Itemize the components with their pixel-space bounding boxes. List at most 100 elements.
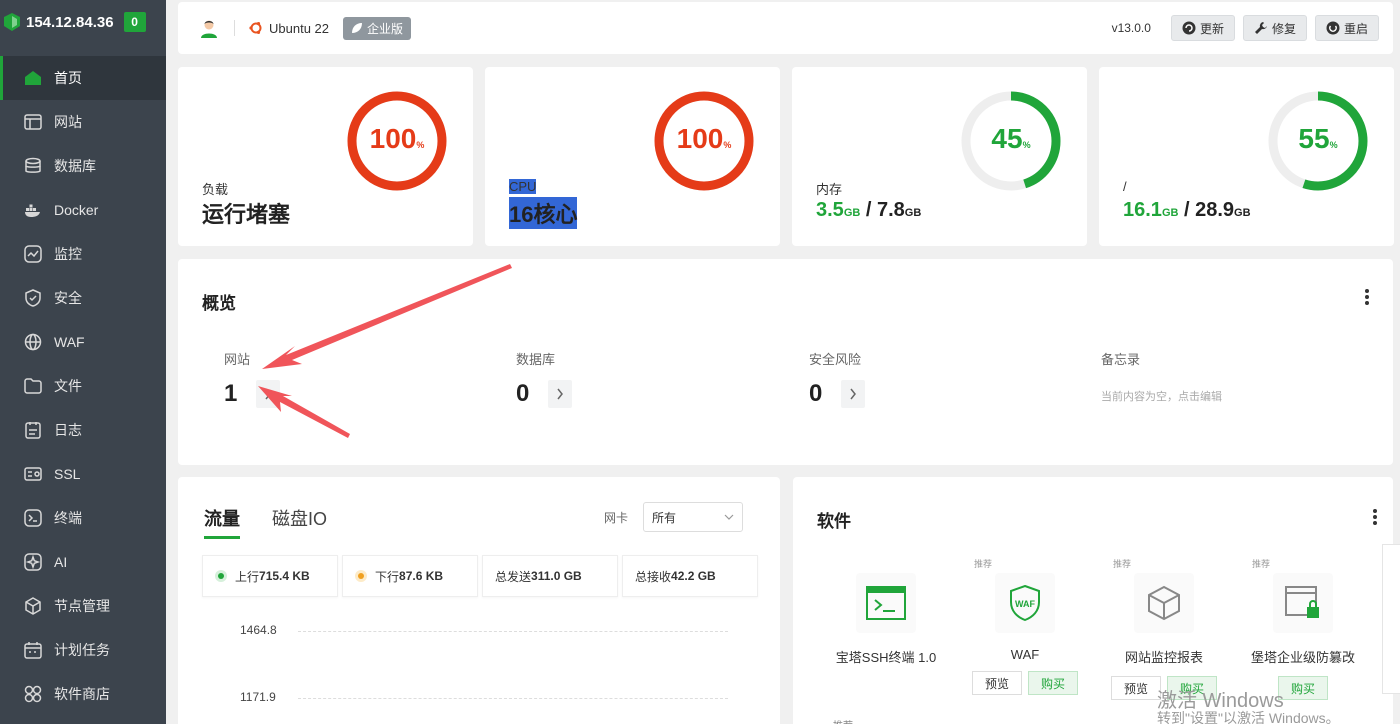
software-item[interactable]: 宝塔SSH终端 1.0 xyxy=(817,563,955,666)
software-item[interactable]: 推荐 堡塔企业级防篡改 购买 xyxy=(1234,559,1372,700)
software-item[interactable]: 推荐 网站监控报表 预览 购买 xyxy=(1095,559,1233,700)
website-icon xyxy=(24,113,42,131)
sidebar-item-waf[interactable]: WAF xyxy=(0,320,166,364)
preview-button[interactable]: 预览 xyxy=(1111,676,1161,700)
sidebar-item-ssl[interactable]: SSL xyxy=(0,452,166,496)
node-icon xyxy=(24,597,42,615)
sidebar-item-ai[interactable]: AI xyxy=(0,540,166,584)
svg-text:WAF: WAF xyxy=(1015,599,1035,609)
risk-chevron-icon[interactable] xyxy=(841,380,865,408)
disk-label: / xyxy=(1123,179,1127,194)
memo-edit[interactable]: 当前内容为空，点击编辑 xyxy=(1101,388,1222,404)
upload-stat[interactable]: 上行 715.4 KB xyxy=(202,555,338,597)
overview-risk: 安全风险 0 xyxy=(809,349,865,408)
folder-icon xyxy=(24,377,42,395)
overview-website: 网站 1 xyxy=(224,349,280,408)
header-divider xyxy=(234,20,235,36)
grid-line xyxy=(298,631,728,632)
nic-select[interactable]: 所有 xyxy=(643,502,743,532)
restart-button[interactable]: 重启 xyxy=(1314,15,1379,41)
ai-icon xyxy=(24,553,42,571)
traffic-stats: 上行 715.4 KB 下行 87.6 KB 总发送 311.0 GB 总接收 42.2… xyxy=(202,555,762,597)
database-chevron-icon[interactable] xyxy=(548,380,572,408)
chevron-down-icon xyxy=(724,514,734,520)
shield-icon xyxy=(24,289,42,307)
sidebar-item-database[interactable]: 数据库 xyxy=(0,144,166,188)
y-axis-tick: 1171.9 xyxy=(240,690,276,704)
risk-count[interactable]: 0 xyxy=(809,380,835,408)
sidebar-item-website[interactable]: 网站 xyxy=(0,100,166,144)
panel-version[interactable]: v13.0.0 xyxy=(1112,21,1151,35)
sidebar-item-logs[interactable]: 日志 xyxy=(0,408,166,452)
sidebar-item-terminal[interactable]: 终端 xyxy=(0,496,166,540)
disk-percent: 55% xyxy=(1298,123,1338,154)
sidebar-item-store[interactable]: 软件商店 xyxy=(0,672,166,716)
total-sent-stat: 总发送 311.0 GB xyxy=(482,555,618,597)
database-count[interactable]: 0 xyxy=(516,380,542,408)
disk-card[interactable]: 55% / 16.1GB / 28.9GB xyxy=(1099,67,1394,246)
cpu-label: CPU xyxy=(509,179,537,194)
sidebar-item-files[interactable]: 文件 xyxy=(0,364,166,408)
sidebar-item-monitor[interactable]: 监控 xyxy=(0,232,166,276)
buy-button[interactable]: 购买 xyxy=(1028,671,1078,695)
memory-percent: 45% xyxy=(991,123,1031,154)
software-item[interactable]: 推荐 WAF WAF xyxy=(956,559,1094,662)
upload-dot-icon xyxy=(215,570,227,582)
bt-logo-icon xyxy=(4,13,20,31)
nic-label: 网卡 xyxy=(604,511,629,525)
recommend-tag: 推荐 xyxy=(1113,559,1132,569)
total-recv-stat: 总接收 42.2 GB xyxy=(622,555,758,597)
y-axis-tick: 1464.8 xyxy=(240,623,277,637)
memory-label: 内存 xyxy=(816,182,843,197)
sidebar-brand[interactable]: 154.12.84.36 0 xyxy=(0,0,166,44)
windows-activation-hint: 转到"设置"以激活 Windows。 xyxy=(1157,710,1340,724)
load-status: 运行堵塞 xyxy=(202,202,291,227)
sidebar-item-nodes[interactable]: 节点管理 xyxy=(0,584,166,628)
sidebar-item-cron[interactable]: 计划任务 xyxy=(0,628,166,672)
more-icon[interactable] xyxy=(1365,289,1369,305)
download-stat[interactable]: 下行 87.6 KB xyxy=(342,555,478,597)
os-info: Ubuntu 22 xyxy=(249,21,329,36)
website-count[interactable]: 1 xyxy=(224,380,250,408)
update-button[interactable]: 更新 xyxy=(1170,15,1235,41)
cpu-cores: 16核心 xyxy=(509,197,578,229)
sidebar-item-security[interactable]: 安全 xyxy=(0,276,166,320)
side-float-panel[interactable] xyxy=(1382,544,1400,694)
buy-button[interactable]: 购买 xyxy=(1278,676,1328,700)
software-title: 软件 xyxy=(817,512,851,531)
memory-gauge: 45% xyxy=(959,89,1063,193)
more-icon[interactable] xyxy=(1373,509,1377,525)
recommend-tag: 推荐 xyxy=(974,559,993,569)
memory-card[interactable]: 45% 内存 3.5GB / 7.8GB xyxy=(792,67,1087,246)
sidebar: 154.12.84.36 0 首页 网站 数据库 Docker 监控 安全 WA… xyxy=(0,0,166,724)
server-ip: 154.12.84.36 xyxy=(26,13,114,31)
section-label: 推荐 xyxy=(833,717,853,724)
load-card[interactable]: 100% 负载 运行堵塞 xyxy=(178,67,473,246)
calendar-icon xyxy=(24,641,42,659)
sidebar-item-home[interactable]: 首页 xyxy=(0,56,166,100)
website-chevron-icon[interactable] xyxy=(256,380,280,408)
overview-memo: 备忘录 当前内容为空，点击编辑 xyxy=(1101,352,1222,404)
database-icon xyxy=(24,157,42,175)
terminal-icon xyxy=(856,573,916,633)
avatar[interactable] xyxy=(198,17,220,39)
load-gauge: 100% xyxy=(345,89,449,193)
repair-button[interactable]: 修复 xyxy=(1242,15,1307,41)
ssl-icon xyxy=(24,465,42,483)
overview-database: 数据库 0 xyxy=(516,349,572,408)
tab-traffic[interactable]: 流量 xyxy=(204,505,240,539)
edition-badge[interactable]: 企业版 xyxy=(343,16,412,40)
cpu-card[interactable]: 100% CPU 16核心 xyxy=(485,67,780,246)
sidebar-item-docker[interactable]: Docker xyxy=(0,188,166,232)
load-percent: 100% xyxy=(369,123,425,154)
tab-disk-io[interactable]: 磁盘IO xyxy=(272,505,327,539)
preview-button[interactable]: 预览 xyxy=(972,671,1022,695)
ubuntu-icon xyxy=(249,22,262,34)
main-content: Ubuntu 22 企业版 v13.0.0 更新 修复 重启 100% 负载 运… xyxy=(166,0,1400,724)
waf-actions: 预览 购买 xyxy=(969,671,1081,695)
power-icon xyxy=(1326,21,1340,35)
message-badge[interactable]: 0 xyxy=(123,12,146,32)
cube-icon xyxy=(1134,573,1194,633)
cpu-gauge: 100% xyxy=(652,89,756,193)
docker-icon xyxy=(24,201,42,219)
